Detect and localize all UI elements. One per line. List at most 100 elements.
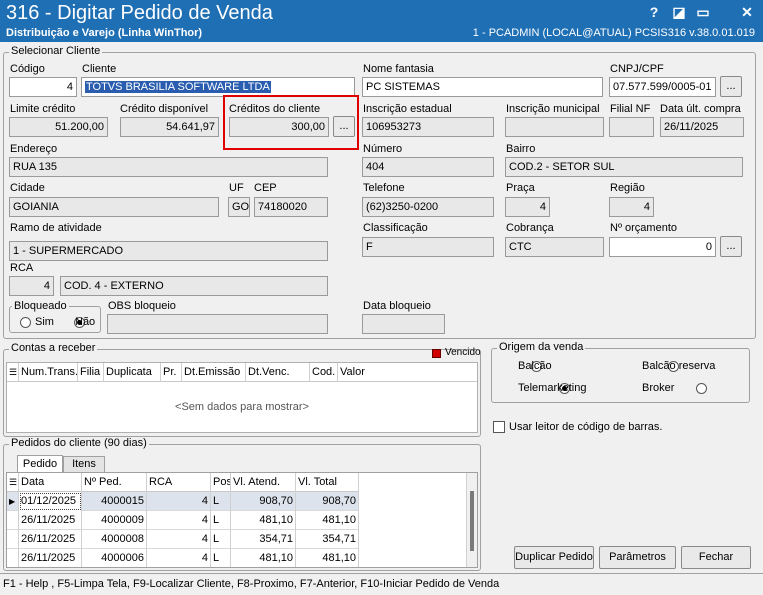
contas-col-2[interactable]: Duplicata — [104, 363, 161, 382]
contas-grid[interactable]: ☰ Num.Trans.V Filia Duplicata Pr. Dt.Emi… — [6, 362, 478, 433]
obs-bloqueio-label: OBS bloqueio — [108, 300, 176, 312]
cell-vl-total[interactable]: 481,10 — [296, 511, 359, 530]
codigo-field[interactable]: 4 — [9, 77, 77, 97]
numero-field: 404 — [362, 157, 494, 177]
origem-group — [491, 348, 750, 403]
cell-vl-total[interactable]: 481,10 — [296, 549, 359, 567]
pedidos-grid-menu-icon[interactable]: ☰ — [7, 473, 19, 492]
bloqueado-sim-label: Sim — [35, 316, 54, 328]
cell-vl-atend[interactable]: 481,10 — [231, 549, 296, 567]
contas-col-6[interactable]: Cod. — [310, 363, 338, 382]
codigo-label: Código — [10, 63, 45, 75]
pedidos-col-3[interactable]: Pos — [211, 473, 231, 492]
minimize-icon[interactable]: ▭ — [694, 3, 712, 21]
status-bar: F1 - Help , F5-Limpa Tela, F9-Localizar … — [0, 573, 763, 595]
telefone-field: (62)3250-0200 — [362, 197, 494, 217]
tab-pedido[interactable]: Pedido — [17, 455, 63, 473]
cell-numped[interactable]: 4000015 — [82, 492, 147, 511]
ramo-field: 1 - SUPERMERCADO — [9, 241, 328, 261]
cnpj-label: CNPJ/CPF — [610, 63, 664, 75]
window-title: 316 - Digitar Pedido de Venda — [6, 2, 273, 24]
pedidos-col-0[interactable]: Data — [19, 473, 82, 492]
pedidos-col-2[interactable]: RCA — [147, 473, 211, 492]
pedidos-col-5[interactable]: Vl. Total — [296, 473, 359, 492]
origem-balcao-label: Balcão — [518, 360, 552, 372]
contas-col-0[interactable]: Num.Trans.V — [19, 363, 78, 382]
row-indicator — [7, 511, 19, 530]
restore-icon[interactable]: ◪ — [670, 3, 688, 21]
scrollbar-thumb[interactable] — [470, 491, 474, 551]
cell-pos[interactable]: L — [211, 530, 231, 549]
uf-field: GO — [228, 197, 250, 217]
cell-vl-atend[interactable]: 354,71 — [231, 530, 296, 549]
pedidos-col-1[interactable]: Nº Ped. — [82, 473, 147, 492]
bairro-field: COD.2 - SETOR SUL — [505, 157, 743, 177]
creditos-button[interactable]: ... — [333, 116, 355, 137]
ramo-label: Ramo de atividade — [10, 222, 102, 234]
filial-label: Filial NF — [610, 103, 651, 115]
obs-bloqueio-field — [107, 314, 328, 334]
pedidos-grid[interactable]: ☰ Data Nº Ped. RCA Pos Vl. Atend. Vl. To… — [6, 472, 478, 568]
im-field — [505, 117, 604, 137]
orcamento-search-button[interactable]: ... — [720, 236, 742, 257]
telefone-label: Telefone — [363, 182, 405, 194]
table-row[interactable]: 26/11/2025 4000008 4 L 354,71 354,71 — [7, 530, 359, 549]
pedidos-scrollbar[interactable] — [466, 473, 477, 567]
table-row[interactable]: 26/11/2025 4000006 4 L 481,10 481,10 — [7, 549, 359, 567]
contas-col-7[interactable]: Valor — [338, 363, 378, 382]
grid-menu-icon[interactable]: ☰ — [7, 363, 19, 382]
im-label: Inscrição municipal — [506, 103, 600, 115]
cnpj-field[interactable]: 07.577.599/0005-01 — [609, 77, 716, 97]
cobranca-field: CTC — [505, 237, 604, 257]
contas-col-5[interactable]: Dt.Venc. — [246, 363, 310, 382]
cliente-label: Cliente — [82, 63, 117, 75]
row-indicator — [7, 549, 19, 567]
cell-pos[interactable]: L — [211, 511, 231, 530]
bloqueado-sim-radio[interactable] — [20, 317, 31, 328]
cell-vl-total[interactable]: 354,71 — [296, 530, 359, 549]
pedidos-label: Pedidos do cliente (90 dias) — [9, 437, 149, 449]
tab-itens[interactable]: Itens — [63, 456, 105, 472]
cell-rca[interactable]: 4 — [147, 511, 211, 530]
classificacao-field: F — [362, 237, 494, 257]
cell-rca[interactable]: 4 — [147, 530, 211, 549]
duplicar-pedido-button[interactable]: Duplicar Pedido — [514, 546, 594, 569]
contas-col-3[interactable]: Pr. — [161, 363, 182, 382]
ie-field: 106953273 — [362, 117, 494, 137]
cell-data[interactable]: 01/12/2025 — [19, 492, 82, 511]
cell-pos[interactable]: L — [211, 549, 231, 567]
cep-field: 74180020 — [254, 197, 328, 217]
fechar-button[interactable]: Fechar — [681, 546, 751, 569]
fantasia-field[interactable]: PC SISTEMAS — [362, 77, 603, 97]
cell-vl-atend[interactable]: 908,70 — [231, 492, 296, 511]
pedidos-col-4[interactable]: Vl. Atend. — [231, 473, 296, 492]
table-row[interactable]: ▶ 01/12/2025 4000015 4 L 908,70 908,70 — [7, 492, 359, 511]
regiao-field: 4 — [609, 197, 654, 217]
cnpj-search-button[interactable]: ... — [720, 76, 742, 97]
orcamento-field[interactable]: 0 — [609, 237, 716, 257]
limite-field: 51.200,00 — [9, 117, 108, 137]
cell-data[interactable]: 26/11/2025 — [19, 511, 82, 530]
cell-rca[interactable]: 4 — [147, 549, 211, 567]
table-row[interactable]: 26/11/2025 4000009 4 L 481,10 481,10 — [7, 511, 359, 530]
cell-data[interactable]: 26/11/2025 — [19, 530, 82, 549]
contas-col-1[interactable]: Filia — [78, 363, 104, 382]
creditos-label: Créditos do cliente — [229, 103, 321, 115]
leitor-checkbox[interactable] — [493, 421, 505, 433]
pedidos-header: ☰ Data Nº Ped. RCA Pos Vl. Atend. Vl. To… — [7, 473, 359, 492]
cliente-field[interactable]: TOTVS BRASILIA SOFTWARE LTDA — [81, 77, 355, 97]
help-icon[interactable]: ? — [645, 3, 663, 21]
parametros-button[interactable]: Parâmetros — [599, 546, 676, 569]
cell-numped[interactable]: 4000009 — [82, 511, 147, 530]
cell-vl-atend[interactable]: 481,10 — [231, 511, 296, 530]
cell-numped[interactable]: 4000008 — [82, 530, 147, 549]
contas-col-4[interactable]: Dt.Emissão — [182, 363, 246, 382]
cell-data[interactable]: 26/11/2025 — [19, 549, 82, 567]
cell-pos[interactable]: L — [211, 492, 231, 511]
cell-numped[interactable]: 4000006 — [82, 549, 147, 567]
cell-rca[interactable]: 4 — [147, 492, 211, 511]
bloqueado-label: Bloqueado — [12, 300, 69, 312]
origem-broker-label: Broker — [642, 382, 675, 394]
cell-vl-total[interactable]: 908,70 — [296, 492, 359, 511]
close-icon[interactable]: ✕ — [738, 3, 756, 21]
